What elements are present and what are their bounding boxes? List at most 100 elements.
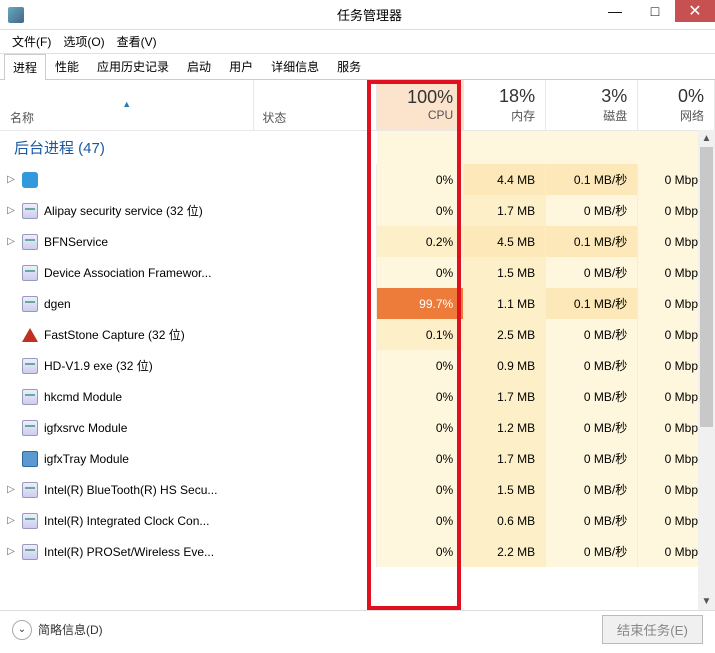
cpu-value: 0% xyxy=(377,474,464,505)
footer: ⌄ 简略信息(D) 结束任务(E) xyxy=(0,610,715,648)
disk-value: 0.1 MB/秒 xyxy=(546,288,638,319)
close-button[interactable]: ✕ xyxy=(675,0,715,22)
process-icon xyxy=(22,420,38,436)
cpu-value: 0% xyxy=(377,350,464,381)
memory-value: 1.7 MB xyxy=(464,195,546,226)
maximize-button[interactable]: □ xyxy=(635,0,675,22)
tab-startup[interactable]: 启动 xyxy=(178,53,220,79)
tab-users[interactable]: 用户 xyxy=(220,53,262,79)
scroll-thumb[interactable] xyxy=(700,147,713,427)
process-row[interactable]: Device Association Framewor...0%1.5 MB0 … xyxy=(0,257,715,288)
process-row[interactable]: ▷Intel(R) BlueTooth(R) HS Secu...0%1.5 M… xyxy=(0,474,715,505)
expander-icon[interactable]: ▷ xyxy=(6,484,16,495)
disk-value: 0 MB/秒 xyxy=(546,443,638,474)
process-name: hkcmd Module xyxy=(44,390,122,404)
cpu-value: 0% xyxy=(377,536,464,567)
expander-icon[interactable]: ▷ xyxy=(6,174,16,185)
process-row[interactable]: FastStone Capture (32 位)0.1%2.5 MB0 MB/秒… xyxy=(0,319,715,350)
memory-value: 4.5 MB xyxy=(464,226,546,257)
expander-icon[interactable]: ▷ xyxy=(6,546,16,557)
scroll-down-icon[interactable]: ▼ xyxy=(698,593,715,610)
process-name: Alipay security service (32 位) xyxy=(44,202,203,219)
process-icon xyxy=(22,265,38,281)
process-row[interactable]: igfxsrvc Module0%1.2 MB0 MB/秒0 Mbps xyxy=(0,412,715,443)
menubar: 文件(F) 选项(O) 查看(V) xyxy=(0,30,715,54)
memory-value: 1.5 MB xyxy=(464,474,546,505)
process-icon xyxy=(22,296,38,312)
menu-view[interactable]: 查看(V) xyxy=(111,30,163,53)
disk-value: 0 MB/秒 xyxy=(546,474,638,505)
process-row[interactable]: ▷BFNService0.2%4.5 MB0.1 MB/秒0 Mbps xyxy=(0,226,715,257)
cpu-value: 0% xyxy=(377,505,464,536)
disk-value: 0 MB/秒 xyxy=(546,195,638,226)
tab-details[interactable]: 详细信息 xyxy=(262,53,328,79)
process-row[interactable]: ▷Intel(R) PROSet/Wireless Eve...0%2.2 MB… xyxy=(0,536,715,567)
tab-services[interactable]: 服务 xyxy=(328,53,370,79)
titlebar: 任务管理器 — □ ✕ xyxy=(0,0,715,30)
menu-options[interactable]: 选项(O) xyxy=(57,30,110,53)
cpu-value: 0% xyxy=(377,381,464,412)
cpu-value: 0.1% xyxy=(377,319,464,350)
process-icon xyxy=(22,234,38,250)
cpu-value: 0.2% xyxy=(377,226,464,257)
process-name: BFNService xyxy=(44,235,108,249)
memory-value: 1.7 MB xyxy=(464,443,546,474)
memory-value: 4.4 MB xyxy=(464,164,546,195)
disk-value: 0.1 MB/秒 xyxy=(546,164,638,195)
tab-app-history[interactable]: 应用历史记录 xyxy=(88,53,178,79)
process-row[interactable]: hkcmd Module0%1.7 MB0 MB/秒0 Mbps xyxy=(0,381,715,412)
col-header-memory[interactable]: 18% 内存 xyxy=(464,80,546,130)
content-area: ▲ 名称 状态 100% CPU 18% 内存 3% 磁盘 0% 网络 后台进程… xyxy=(0,80,715,610)
fewer-details-button[interactable]: ⌄ 简略信息(D) xyxy=(12,620,103,640)
cpu-value: 99.7% xyxy=(377,288,464,319)
process-row[interactable]: igfxTray Module0%1.7 MB0 MB/秒0 Mbps xyxy=(0,443,715,474)
memory-value: 1.1 MB xyxy=(464,288,546,319)
end-task-button[interactable]: 结束任务(E) xyxy=(602,615,703,644)
col-header-name[interactable]: ▲ 名称 xyxy=(0,80,254,130)
disk-value: 0 MB/秒 xyxy=(546,350,638,381)
process-table: ▲ 名称 状态 100% CPU 18% 内存 3% 磁盘 0% 网络 后台进程… xyxy=(0,80,715,567)
process-row[interactable]: ▷0%4.4 MB0.1 MB/秒0 Mbps xyxy=(0,164,715,195)
process-icon xyxy=(22,513,38,529)
process-name: FastStone Capture (32 位) xyxy=(44,326,185,343)
process-icon xyxy=(22,203,38,219)
memory-value: 0.6 MB xyxy=(464,505,546,536)
disk-value: 0 MB/秒 xyxy=(546,381,638,412)
col-header-cpu[interactable]: 100% CPU xyxy=(377,80,464,130)
col-header-disk[interactable]: 3% 磁盘 xyxy=(546,80,638,130)
process-icon xyxy=(22,451,38,467)
cpu-value: 0% xyxy=(377,164,464,195)
process-icon xyxy=(22,389,38,405)
process-row[interactable]: ▷Intel(R) Integrated Clock Con...0%0.6 M… xyxy=(0,505,715,536)
process-row[interactable]: dgen99.7%1.1 MB0.1 MB/秒0 Mbps xyxy=(0,288,715,319)
process-icon xyxy=(22,358,38,374)
process-row[interactable]: ▷ Alipay security service (32 位) 0%1.7 MB0… xyxy=(0,195,715,226)
cpu-value: 0% xyxy=(377,195,464,226)
group-label: 后台进程 (47) xyxy=(0,130,377,164)
group-row[interactable]: 后台进程 (47) xyxy=(0,130,715,164)
process-name: igfxsrvc Module xyxy=(44,421,127,435)
disk-value: 0 MB/秒 xyxy=(546,412,638,443)
disk-value: 0 MB/秒 xyxy=(546,505,638,536)
memory-value: 1.5 MB xyxy=(464,257,546,288)
process-row[interactable]: HD-V1.9 exe (32 位)0%0.9 MB0 MB/秒0 Mbps xyxy=(0,350,715,381)
tab-processes[interactable]: 进程 xyxy=(4,54,46,80)
scroll-up-icon[interactable]: ▲ xyxy=(698,130,715,147)
process-icon xyxy=(22,172,38,188)
disk-value: 0 MB/秒 xyxy=(546,257,638,288)
process-name: igfxTray Module xyxy=(44,452,129,466)
expander-icon[interactable]: ▷ xyxy=(6,236,16,247)
memory-value: 2.5 MB xyxy=(464,319,546,350)
minimize-button[interactable]: — xyxy=(595,0,635,22)
vertical-scrollbar[interactable]: ▲ ▼ xyxy=(698,130,715,610)
col-header-status[interactable]: 状态 xyxy=(254,80,377,130)
memory-value: 0.9 MB xyxy=(464,350,546,381)
expander-icon[interactable]: ▷ xyxy=(6,515,16,526)
menu-file[interactable]: 文件(F) xyxy=(6,30,57,53)
expander-icon[interactable]: ▷ xyxy=(6,205,16,216)
cpu-value: 0% xyxy=(377,412,464,443)
tab-performance[interactable]: 性能 xyxy=(46,53,88,79)
cpu-value: 0% xyxy=(377,257,464,288)
tabbar: 进程 性能 应用历史记录 启动 用户 详细信息 服务 xyxy=(0,54,715,80)
col-header-network[interactable]: 0% 网络 xyxy=(638,80,715,130)
